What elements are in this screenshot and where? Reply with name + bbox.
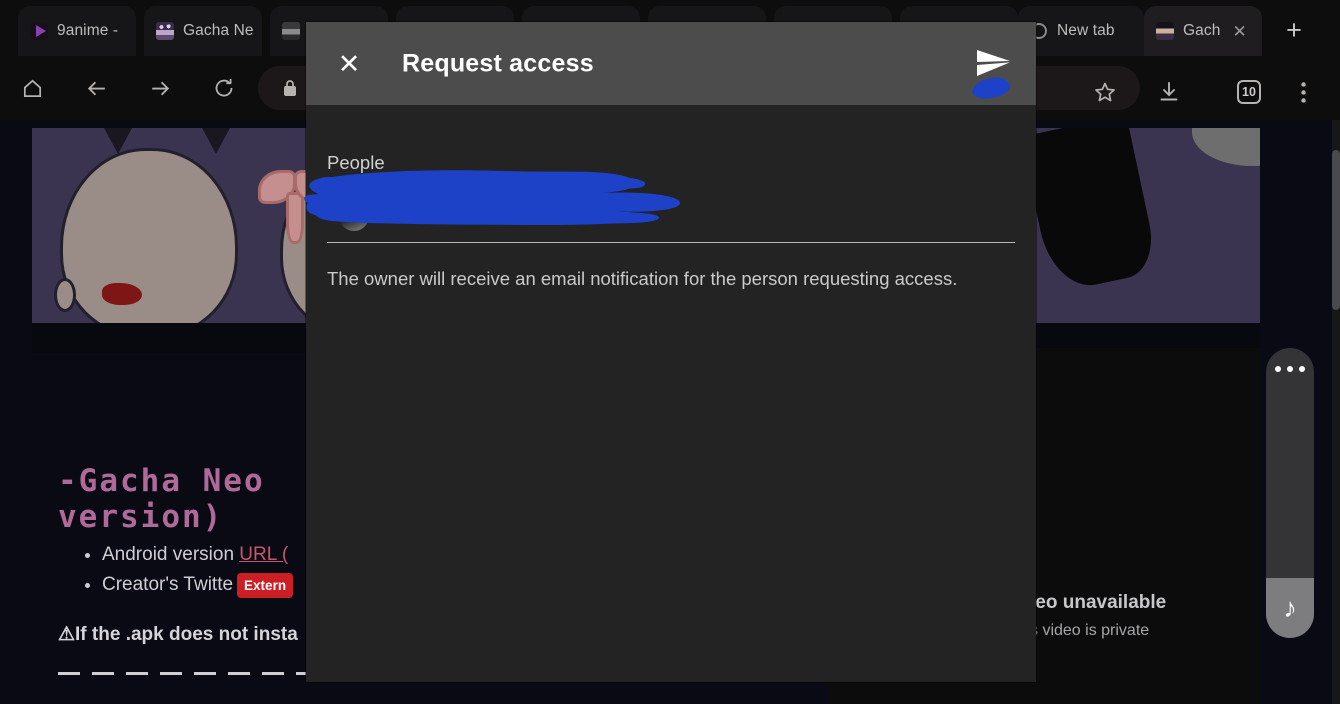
screen: -Gacha Neo version) Android version URL … [0,0,1340,704]
blood-splatter [102,283,142,305]
play-triangle-icon [30,22,48,40]
video-unavailable-title: leo unavailable [1030,592,1167,613]
close-icon[interactable]: ✕ [1232,23,1246,40]
dialog-body: People The owner will receive an email n… [306,105,1036,682]
bullet-text: Android version [102,544,240,565]
grey-photo-icon [282,22,300,40]
close-icon[interactable]: ✕ [330,45,368,83]
apk-warning-text: ⚠If the .apk does not insta [58,624,298,645]
three-dot-menu-icon[interactable] [1280,69,1326,115]
lock-icon[interactable] [276,65,304,111]
bullet-text: Creator's Twitte [102,574,234,596]
music-note-icon[interactable]: ♪ [1266,578,1314,638]
tab-new-tab[interactable]: New tab [1018,6,1144,56]
reload-icon[interactable] [201,65,247,111]
tab-count-label: 10 [1237,80,1261,104]
input-underline [327,242,1015,243]
tab-gacha-neo[interactable]: Gacha Ne [144,6,262,56]
avatar [339,201,369,231]
external-badge: Extern [237,572,294,599]
people-input[interactable] [327,197,1015,243]
tab-label: New tab [1057,22,1115,39]
people-label: People [327,152,385,173]
tab-count-button[interactable]: 10 [1226,69,1272,115]
character-collar [1192,128,1260,166]
tab-label: 9anime - [57,22,119,39]
tab-label: Gach [1183,22,1221,39]
dialog-title: Request access [402,49,594,78]
tab-9anime[interactable]: 9anime - [18,6,136,56]
character-head-left [60,148,238,323]
star-icon[interactable] [1082,69,1128,115]
android-url-link[interactable]: URL ( [239,544,288,565]
home-icon[interactable] [9,65,55,111]
gacha-pixel-icon [1156,22,1174,40]
dialog-note: The owner will receive an email notifica… [327,268,958,289]
scrollbar-track[interactable] [1332,120,1340,704]
hair-spike-icon [202,128,230,154]
request-access-dialog: ✕ Request access People The owner will r… [304,22,1036,682]
tab-label: Gacha Ne [183,22,254,39]
scrollbar-thumb[interactable] [1332,150,1340,310]
gacha-pixel-icon [156,22,174,40]
page-title: -Gacha Neo version) [58,463,265,535]
character-ear [54,278,76,312]
download-icon[interactable] [1146,69,1192,115]
list-item: Creator's TwitteExtern [102,570,294,600]
three-dot-menu-icon[interactable] [1275,366,1305,372]
new-tab-button[interactable]: + [1278,14,1310,46]
character-sleeve [1020,128,1160,294]
list-item: Android version URL ( [102,540,293,570]
download-list: Android version URL ( Creator's TwitteEx… [84,540,294,601]
video-unavailable-subtitle: s video is private [1030,622,1150,639]
tab-gach-active[interactable]: Gach ✕ [1144,6,1262,56]
forward-arrow-icon[interactable] [137,65,183,111]
back-arrow-icon[interactable] [73,65,119,111]
dialog-header: ✕ Request access [306,22,1036,105]
